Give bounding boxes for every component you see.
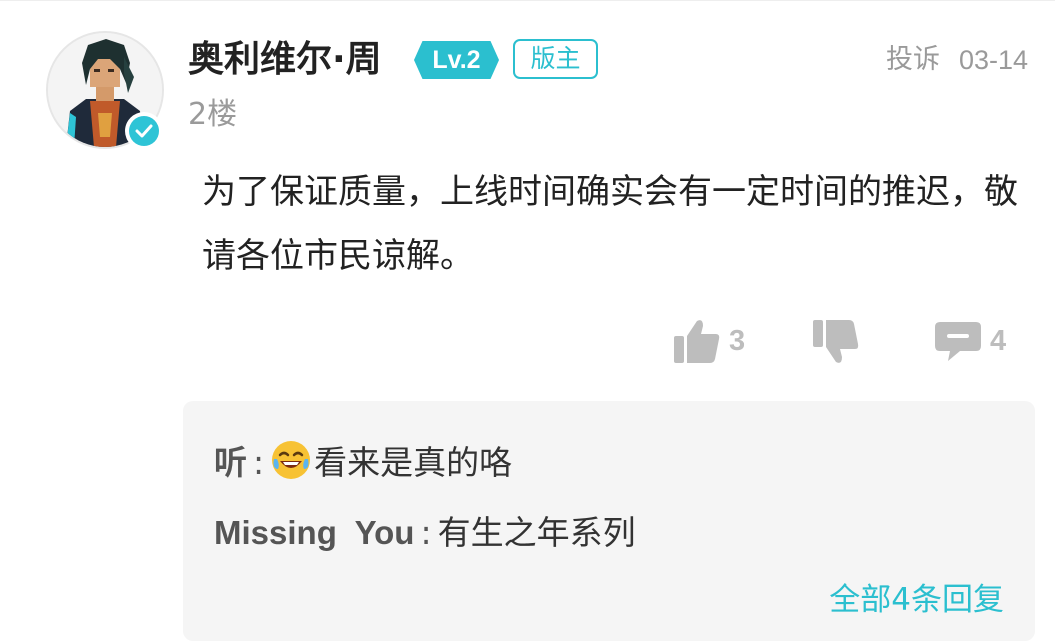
comment-count: 4	[990, 324, 1007, 357]
comment-button[interactable]: 4	[934, 318, 1006, 364]
reply-separator: :	[253, 443, 265, 482]
post-date: 03-14	[959, 45, 1029, 75]
reply-author[interactable]: 听	[214, 444, 247, 481]
username[interactable]: 奥利维尔·周	[188, 35, 382, 85]
dislike-button[interactable]	[812, 318, 868, 366]
floor-number: 2楼	[188, 97, 238, 132]
level-badge: Lv.2	[414, 41, 499, 79]
like-button[interactable]: 3	[673, 318, 745, 364]
reply-separator: :	[420, 513, 432, 552]
like-count: 3	[729, 324, 746, 357]
comment-icon	[935, 322, 981, 361]
reply-preview-box[interactable]: 听: 看来是真的咯 Missing You: 有生之年系列 全部4条回复	[183, 401, 1035, 641]
top-divider	[0, 0, 1055, 1]
thumbs-up-icon	[674, 320, 720, 363]
reply-item[interactable]: 听: 看来是真的咯	[214, 439, 512, 485]
reply-text: 有生之年系列	[437, 513, 636, 552]
laughing-tears-emoji-icon	[270, 439, 312, 481]
thumbs-down-icon	[813, 320, 859, 363]
report-link[interactable]: 投诉	[886, 42, 940, 78]
view-all-replies-link[interactable]: 全部4条回复	[829, 579, 1004, 621]
reply-text: 看来是真的咯	[314, 443, 513, 482]
post-content: 为了保证质量，上线时间确实会有一定时间的推迟，敬请各位市民谅解。	[202, 172, 1018, 276]
role-badge: 版主	[513, 39, 598, 79]
verified-badge-icon	[125, 112, 163, 150]
reply-item[interactable]: Missing You: 有生之年系列	[214, 511, 636, 555]
reply-author[interactable]: Missing You	[214, 514, 414, 551]
